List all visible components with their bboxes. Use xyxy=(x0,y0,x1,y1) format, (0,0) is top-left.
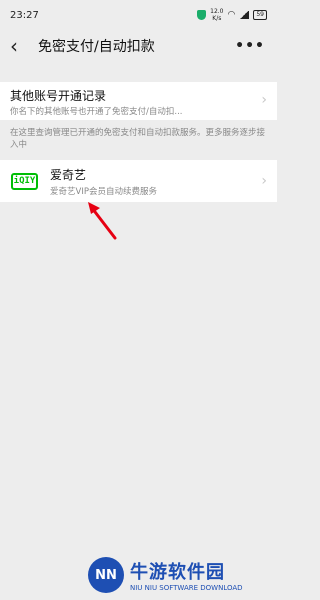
battery-icon: 59 xyxy=(253,10,267,20)
watermark-cn: 牛游软件园 xyxy=(130,562,225,583)
service-item-iqiyi[interactable]: iQIY 爱奇艺 爱奇艺VIP会员自动续费服务 › xyxy=(0,160,277,202)
page-title: 免密支付/自动扣款 xyxy=(38,39,155,55)
service-description: 爱奇艺VIP会员自动续费服务 xyxy=(50,187,157,197)
watermark: NN 牛游软件园 NIU NIU SOFTWARE DOWNLOAD xyxy=(88,555,273,595)
info-text: 在这里查询管理已开通的免密支付和自动扣款服务。更多服务逐步接入中 xyxy=(10,128,266,150)
chevron-right-icon: › xyxy=(261,92,267,108)
other-accounts-title: 其他账号开通记录 xyxy=(10,89,107,103)
status-bar: 23:27 12.0 K/s ◠ 59 xyxy=(0,0,277,30)
watermark-logo: NN xyxy=(88,557,124,593)
status-time: 23:27 xyxy=(10,9,39,21)
service-name: 爱奇艺 xyxy=(50,168,87,182)
network-speed: 12.0 K/s xyxy=(210,8,224,22)
other-accounts-subtitle: 你名下的其他账号也开通了免密支付/自动扣... xyxy=(10,107,183,117)
chevron-left-icon[interactable]: ‹ xyxy=(10,36,30,56)
shield-icon xyxy=(197,10,207,20)
nav-bar: ‹ 免密支付/自动扣款 ••• xyxy=(0,30,277,62)
signal-icon xyxy=(239,11,250,19)
chevron-right-icon: › xyxy=(261,173,267,189)
iqiyi-logo: iQIY xyxy=(11,173,38,190)
other-accounts-record[interactable]: 其他账号开通记录 你名下的其他账号也开通了免密支付/自动扣... › xyxy=(0,82,277,120)
wifi-icon: ◠ xyxy=(227,10,236,20)
watermark-en: NIU NIU SOFTWARE DOWNLOAD xyxy=(130,584,243,592)
status-icons: 12.0 K/s ◠ 59 xyxy=(197,8,267,22)
more-dots-icon[interactable]: ••• xyxy=(235,38,265,54)
